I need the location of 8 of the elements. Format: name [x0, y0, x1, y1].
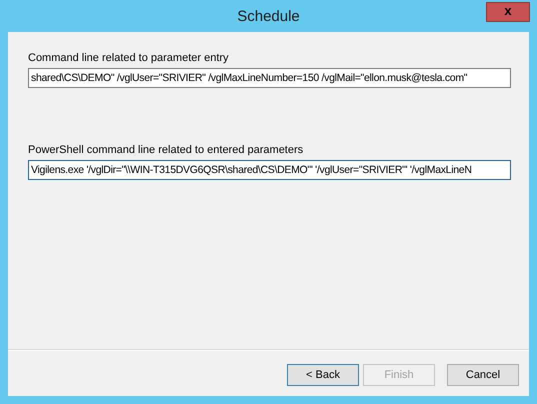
wizard-button[interactable]: < Back	[287, 364, 359, 386]
field-label: Command line related to parameter entry	[28, 52, 230, 64]
field-label: PowerShell command line related to entered parameters	[28, 144, 304, 156]
wizard-button[interactable]: Cancel	[447, 364, 519, 386]
command-line-field[interactable]: Vigilens.exe '/vglDir="\\WIN-T315DVG6QSR\shared\CS\DEMO"' '/vglUser="SRIVIER"' '/vglMaxLineN	[28, 160, 511, 180]
window-title: Schedule	[237, 8, 300, 24]
command-line-field[interactable]: shared\CS\DEMO" /vglUser="SRIVIER" /vglMaxLineNumber=150 /vglMail="ellon.musk@tesla.com"	[28, 68, 511, 88]
close-button[interactable]: x	[486, 2, 530, 22]
